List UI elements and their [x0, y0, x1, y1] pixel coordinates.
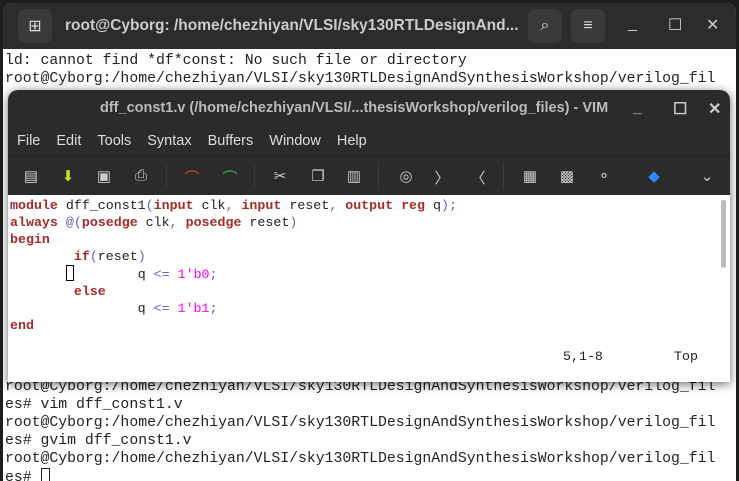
redo-icon[interactable]: ⌒ [221, 167, 239, 188]
menu-window[interactable]: Window [269, 133, 321, 149]
close-button[interactable]: ✕ [706, 15, 719, 35]
terminal-title: root@Cyborg: /home/chezhiyan/VLSI/sky130… [65, 17, 519, 34]
terminal-prompt: es# [5, 470, 41, 481]
vim-minimize-button[interactable]: _ [633, 99, 642, 117]
paste-icon[interactable]: ▥ [345, 167, 363, 185]
vim-titlebar: dff_const1.v (/home/chezhiyan/VLSI/...th… [8, 90, 730, 126]
vim-editor[interactable]: module dff_const1(input clk, input reset… [10, 197, 457, 334]
code-line: begin [10, 232, 50, 247]
terminal-cursor [40, 468, 50, 481]
hamburger-icon: ≡ [583, 17, 593, 34]
cursor-position: 5,1-8 [563, 349, 603, 364]
menu-tools[interactable]: Tools [97, 133, 131, 149]
vim-cursor [65, 265, 74, 281]
terminal-line: es# gvim dff_const1.v [5, 433, 192, 449]
open-icon[interactable]: ▤ [22, 167, 40, 185]
terminal-prompt-line[interactable]: es# [5, 468, 715, 481]
terminal-line: ld: cannot find *df*const: No such file … [5, 53, 467, 69]
code-line: end [10, 318, 34, 333]
cut-icon[interactable]: ✂ [271, 167, 289, 185]
code-line: q <= 1'b0; [10, 265, 457, 283]
menu-button[interactable]: ≡ [571, 9, 605, 43]
menu-edit[interactable]: Edit [56, 133, 81, 149]
vim-maximize-button[interactable]: ☐ [673, 99, 687, 119]
new-tab-icon: ⊞ [28, 18, 42, 35]
undo-icon[interactable]: ⌒ [183, 167, 201, 188]
minimize-button[interactable]: _ [628, 15, 637, 33]
terminal-line: root@Cyborg:/home/chezhiyan/VLSI/sky130R… [5, 415, 716, 431]
copy-icon[interactable]: ❐ [309, 167, 327, 185]
terminal-output-top: ld: cannot find *df*const: No such file … [5, 52, 715, 88]
vim-menubar: File Edit Tools Syntax Buffers Window He… [8, 126, 730, 156]
code-line: q <= 1'b1; [137, 301, 218, 316]
code-line: else [73, 284, 106, 299]
find-prev-icon[interactable]: 〈 [469, 167, 487, 188]
vim-scrollbar[interactable] [721, 200, 726, 268]
make-icon[interactable]: ◆ [645, 167, 663, 185]
vim-close-button[interactable]: ✕ [708, 99, 721, 119]
code-line: if(reset) [73, 249, 146, 264]
terminal-output-bottom: root@Cyborg:/home/chezhiyan/VLSI/sky130R… [5, 378, 715, 481]
code-line: module dff_const1(input clk, input reset… [10, 198, 457, 213]
toolbar-overflow-chevron-icon[interactable]: ⌄ [698, 167, 716, 185]
maximize-button[interactable]: ☐ [668, 15, 682, 35]
terminal-line: root@Cyborg:/home/chezhiyan/VLSI/sky130R… [5, 451, 716, 467]
find-next-icon[interactable]: 〉 [433, 167, 451, 188]
menu-syntax[interactable]: Syntax [147, 133, 191, 149]
load-session-icon[interactable]: ▦ [521, 167, 539, 185]
terminal-header: ⊞ root@Cyborg: /home/chezhiyan/VLSI/sky1… [3, 3, 736, 49]
print-icon[interactable]: ⎙ [132, 167, 150, 184]
save-session-icon[interactable]: ▩ [558, 167, 576, 185]
menu-buffers[interactable]: Buffers [208, 133, 254, 149]
terminal-line: root@Cyborg:/home/chezhiyan/VLSI/sky130R… [5, 71, 716, 87]
search-button[interactable]: ⌕ [528, 9, 562, 43]
save-download-icon[interactable]: ⬇ [59, 167, 77, 185]
scroll-position: Top [674, 349, 698, 364]
vim-title: dff_const1.v (/home/chezhiyan/VLSI/...th… [100, 100, 609, 116]
run-script-icon[interactable]: ⚬ [595, 167, 613, 185]
gvim-window: dff_const1.v (/home/chezhiyan/VLSI/...th… [8, 90, 730, 382]
code-line: always @(posedge clk, posedge reset) [10, 215, 298, 230]
menu-help[interactable]: Help [337, 133, 367, 149]
new-tab-button[interactable]: ⊞ [18, 9, 52, 43]
vim-toolbar: ▤ ⬇ ▣ ⎙ ⌒ ⌒ ✂ ❐ ▥ ◎ 〉 〈 ▦ ▩ ⚬ ◆ ⌄ [8, 156, 730, 195]
terminal-line: es# vim dff_const1.v [5, 397, 183, 413]
menu-file[interactable]: File [17, 133, 40, 149]
find-replace-icon[interactable]: ◎ [397, 167, 415, 185]
save-all-icon[interactable]: ▣ [95, 167, 113, 185]
search-icon: ⌕ [540, 17, 550, 34]
